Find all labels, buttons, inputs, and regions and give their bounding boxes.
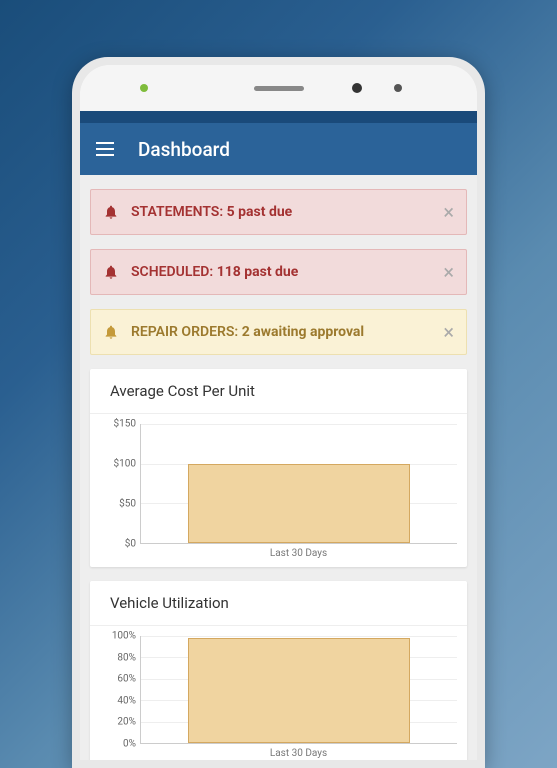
chart-cost-per-unit: Average Cost Per Unit $150 $100 $50 $0 [90, 369, 467, 567]
bell-icon [103, 324, 119, 340]
y-tick-label: $0 [125, 539, 136, 550]
alert-label: SCHEDULED: 118 past due [131, 264, 298, 280]
y-tick-label: 100% [112, 631, 136, 642]
y-tick-label: $50 [119, 498, 136, 509]
close-icon[interactable]: × [443, 262, 454, 282]
y-tick-label: 60% [117, 674, 136, 685]
x-axis-label: Last 30 Days [100, 544, 457, 559]
y-axis: 100% 80% 60% 40% 20% 0% [100, 636, 140, 744]
proximity-sensor [394, 84, 402, 92]
page-title: Dashboard [138, 138, 230, 161]
close-icon[interactable]: × [443, 322, 454, 342]
y-tick-label: 20% [117, 717, 136, 728]
plot-region [140, 424, 457, 544]
bell-icon [103, 204, 119, 220]
bar [188, 638, 409, 743]
status-bar [80, 111, 477, 123]
chart-vehicle-utilization: Vehicle Utilization 100% 80% 60% 40% 20%… [90, 581, 467, 760]
phone-screen: Dashboard STATEMENTS: 5 past due × SCHED… [80, 65, 477, 760]
bell-icon [103, 264, 119, 280]
y-tick-label: $150 [114, 419, 136, 430]
speaker-grille [254, 86, 304, 91]
close-icon[interactable]: × [443, 202, 454, 222]
y-tick-label: 40% [117, 695, 136, 706]
chart-title: Average Cost Per Unit [90, 369, 467, 414]
alert-label: STATEMENTS: 5 past due [131, 204, 292, 220]
plot-region [140, 636, 457, 744]
front-camera [352, 83, 362, 93]
dashboard-content: STATEMENTS: 5 past due × SCHEDULED: 118 … [80, 175, 477, 760]
alert-label: REPAIR ORDERS: 2 awaiting approval [131, 324, 364, 340]
x-axis-label: Last 30 Days [100, 744, 457, 759]
chart-body: $150 $100 $50 $0 Last 30 Days [90, 414, 467, 567]
chart-title: Vehicle Utilization [90, 581, 467, 626]
bar [188, 464, 409, 543]
alert-scheduled[interactable]: SCHEDULED: 118 past due × [90, 249, 467, 295]
led-indicator [140, 84, 148, 92]
app-header: Dashboard [80, 123, 477, 175]
hamburger-menu-icon[interactable] [96, 142, 114, 156]
chart-body: 100% 80% 60% 40% 20% 0% [90, 626, 467, 760]
chart-plot-area: 100% 80% 60% 40% 20% 0% [100, 636, 457, 744]
phone-frame: Dashboard STATEMENTS: 5 past due × SCHED… [72, 57, 485, 768]
alert-statements[interactable]: STATEMENTS: 5 past due × [90, 189, 467, 235]
chart-plot-area: $150 $100 $50 $0 [100, 424, 457, 544]
y-tick-label: 80% [117, 652, 136, 663]
phone-hardware-top [80, 65, 477, 111]
y-tick-label: $100 [114, 458, 136, 469]
alert-repair-orders[interactable]: REPAIR ORDERS: 2 awaiting approval × [90, 309, 467, 355]
y-axis: $150 $100 $50 $0 [100, 424, 140, 544]
y-tick-label: 0% [123, 739, 136, 750]
